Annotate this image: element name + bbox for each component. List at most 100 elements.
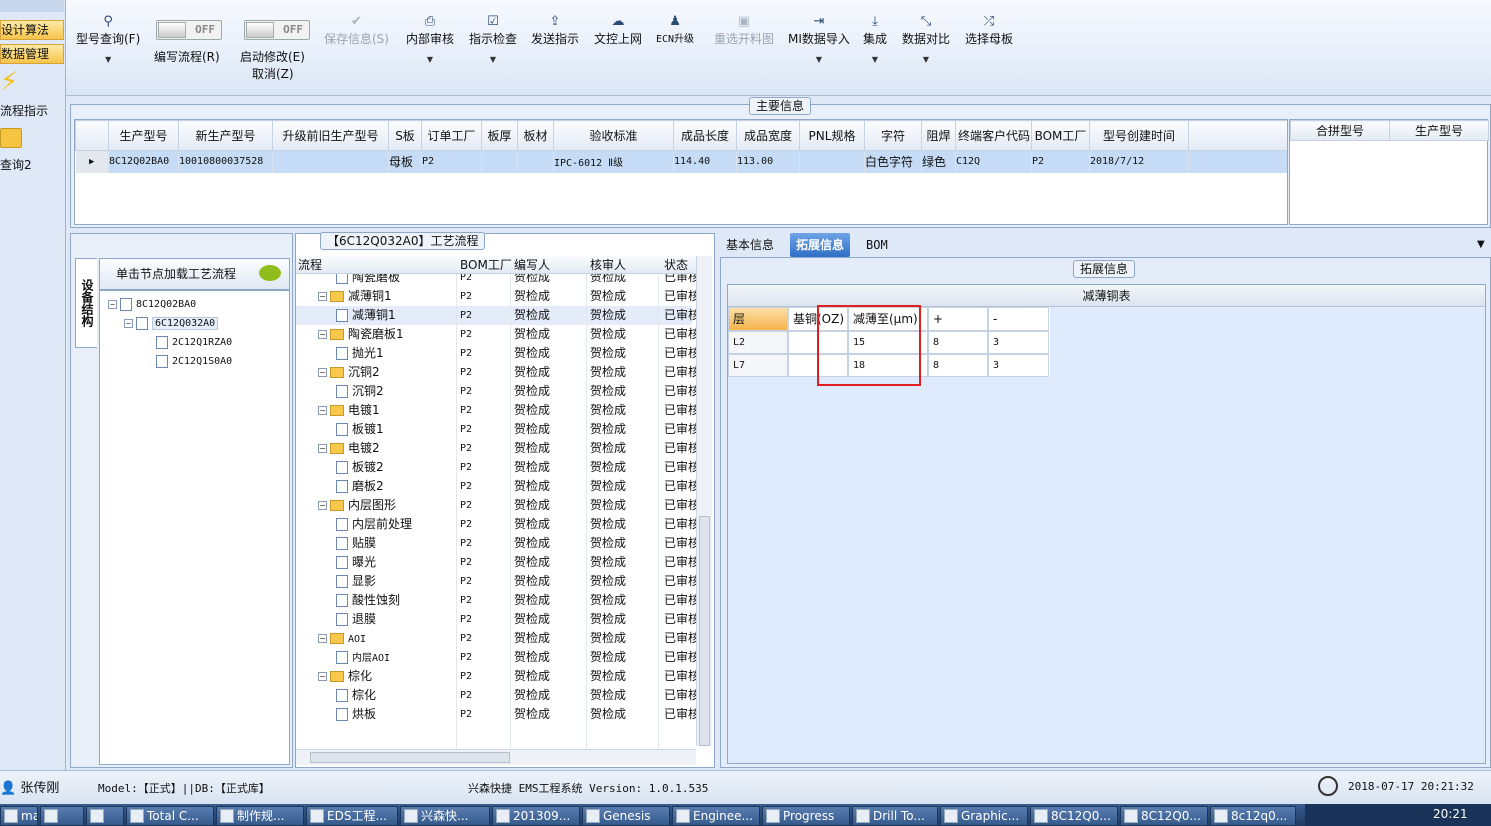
process-cell[interactable]: P2 (460, 439, 472, 458)
col-header[interactable]: 流程 (298, 256, 322, 274)
taskbar-item[interactable]: Drill To... (852, 806, 938, 826)
col-header[interactable]: PNL规格 (799, 120, 865, 151)
cell[interactable]: L7 (728, 354, 788, 377)
vertical-scrollbar[interactable] (696, 256, 712, 746)
collapse-icon[interactable]: − (318, 444, 327, 453)
cell[interactable]: 10010800037528 (178, 150, 273, 173)
cell[interactable] (272, 150, 389, 173)
table-row[interactable]: − 电镀2 P2 贺检成 贺检成 已审核 (296, 439, 696, 458)
process-cell[interactable]: 贺检成 (590, 382, 626, 401)
col-header[interactable]: 新生产型号 (178, 120, 273, 151)
process-cell[interactable]: P2 (460, 534, 472, 553)
table-row[interactable]: − 沉铜2 P2 贺检成 贺检成 已审核 (296, 363, 696, 382)
table-row[interactable]: 抛光1 P2 贺检成 贺检成 已审核 (296, 344, 696, 363)
process-name-cell[interactable]: 内层AOI (336, 648, 390, 668)
col-header[interactable]: 阻焊 (921, 120, 956, 151)
horizontal-scrollbar[interactable] (296, 749, 696, 765)
process-cell[interactable]: 贺检成 (590, 572, 626, 591)
process-cell[interactable]: 贺检成 (514, 458, 550, 477)
process-name-cell[interactable]: 烘板 (336, 705, 376, 724)
process-name-cell[interactable]: 沉铜2 (336, 382, 384, 401)
cell[interactable]: 3 (988, 331, 1049, 354)
process-cell[interactable]: 贺检成 (514, 496, 550, 515)
process-cell[interactable]: 已审核 (664, 648, 696, 667)
table-row[interactable]: 烘板 P2 贺检成 贺检成 已审核 (296, 705, 696, 724)
taskbar-item[interactable]: Genesis (582, 806, 670, 826)
col-header[interactable]: + (928, 307, 988, 331)
process-name-cell[interactable]: 酸性蚀刻 (336, 591, 400, 610)
process-cell[interactable]: 已审核 (664, 686, 696, 705)
taskbar-item[interactable]: 兴森快... (400, 806, 490, 826)
table-row[interactable]: 板镀1 P2 贺检成 贺检成 已审核 (296, 420, 696, 439)
process-name-cell[interactable]: 内层前处理 (336, 515, 412, 534)
process-cell[interactable]: 贺检成 (514, 572, 550, 591)
col-header[interactable]: 核审人 (590, 256, 626, 274)
process-cell[interactable]: 已审核 (664, 420, 696, 439)
process-cell[interactable]: 已审核 (664, 572, 696, 591)
process-cell[interactable]: 贺检成 (590, 648, 626, 667)
process-cell[interactable]: 已审核 (664, 382, 696, 401)
process-cell[interactable]: 贺检成 (590, 591, 626, 610)
process-cell[interactable]: P2 (460, 648, 472, 667)
process-cell[interactable]: P2 (460, 420, 472, 439)
process-name-cell[interactable]: − 减薄铜1 (318, 287, 392, 306)
col-header[interactable]: 板材 (517, 120, 554, 151)
cell[interactable]: P2 (421, 150, 482, 173)
data-compare-button[interactable]: ⤡ 数据对比 ▼ (902, 14, 950, 64)
process-cell[interactable]: P2 (460, 667, 472, 686)
process-cell[interactable]: 贺检成 (590, 306, 626, 325)
col-header[interactable]: 板厚 (481, 120, 518, 151)
col-header[interactable]: 成品宽度 (736, 120, 800, 151)
process-cell[interactable]: 已审核 (664, 325, 696, 344)
process-cell[interactable]: P2 (460, 325, 472, 344)
taskbar-item[interactable]: Enginee... (672, 806, 760, 826)
process-name-cell[interactable]: 曝光 (336, 553, 376, 572)
process-cell[interactable]: 贺检成 (514, 648, 550, 667)
process-name-cell[interactable]: 陶瓷磨板 (336, 274, 400, 287)
process-cell[interactable]: P2 (460, 629, 472, 648)
process-cell[interactable]: 贺检成 (590, 287, 626, 306)
table-row[interactable]: 退膜 P2 贺检成 贺检成 已审核 (296, 610, 696, 629)
process-cell[interactable]: P2 (460, 686, 472, 705)
table-row[interactable]: 磨板2 P2 贺检成 贺检成 已审核 (296, 477, 696, 496)
process-cell[interactable]: 贺检成 (590, 705, 626, 724)
col-header[interactable]: 生产型号 (108, 120, 179, 151)
process-cell[interactable]: 已审核 (664, 287, 696, 306)
process-cell[interactable]: 贺检成 (590, 686, 626, 705)
process-cell[interactable]: P2 (460, 344, 472, 363)
taskbar-item[interactable]: Graphic... (940, 806, 1028, 826)
process-name-cell[interactable]: 贴膜 (336, 534, 376, 553)
process-name-cell[interactable]: 退膜 (336, 610, 376, 629)
col-header[interactable]: S板 (388, 120, 422, 151)
process-cell[interactable]: 已审核 (664, 553, 696, 572)
tree-node[interactable]: 2C12Q1RZA0 (156, 333, 232, 352)
nav-item-data[interactable]: 数据管理 (0, 44, 64, 64)
send-instruction-button[interactable]: ⇪ 发送指示 (531, 14, 579, 47)
process-cell[interactable]: 已审核 (664, 629, 696, 648)
save-info-button[interactable]: ✔ 保存信息(S) (324, 14, 389, 47)
taskbar-item[interactable]: 201309... (492, 806, 580, 826)
process-cell[interactable]: 贺检成 (590, 274, 626, 287)
collapse-icon[interactable]: − (318, 330, 327, 339)
process-cell[interactable]: 贺检成 (590, 496, 626, 515)
process-name-cell[interactable]: 减薄铜1 (336, 306, 396, 325)
col-header[interactable]: 编写人 (514, 256, 550, 274)
process-cell[interactable]: 已审核 (664, 363, 696, 382)
process-cell[interactable]: 贺检成 (514, 686, 550, 705)
col-header[interactable]: BOM工厂 (1031, 120, 1090, 151)
table-row[interactable]: 减薄铜1 P2 贺检成 贺检成 已审核 (296, 306, 696, 325)
process-cell[interactable]: 已审核 (664, 274, 696, 287)
taskbar-item[interactable]: 8C12Q0... (1030, 806, 1118, 826)
process-cell[interactable]: 已审核 (664, 477, 696, 496)
cell[interactable]: 白色字符 (864, 150, 922, 173)
process-cell[interactable]: 贺检成 (514, 515, 550, 534)
process-name-cell[interactable]: 棕化 (336, 686, 376, 705)
process-cell[interactable]: 贺检成 (590, 458, 626, 477)
cell[interactable]: IPC-6012 Ⅱ级 (553, 150, 674, 173)
taskbar-item[interactable]: mail (0, 806, 38, 826)
cell[interactable]: 113.00 (736, 150, 800, 173)
table-row[interactable]: 陶瓷磨板 P2 贺检成 贺检成 已审核 (296, 274, 696, 287)
process-cell[interactable]: 贺检成 (590, 553, 626, 572)
table-row[interactable]: 棕化 P2 贺检成 贺检成 已审核 (296, 686, 696, 705)
tree-node[interactable]: − 8C12Q02BA0 (108, 295, 196, 314)
